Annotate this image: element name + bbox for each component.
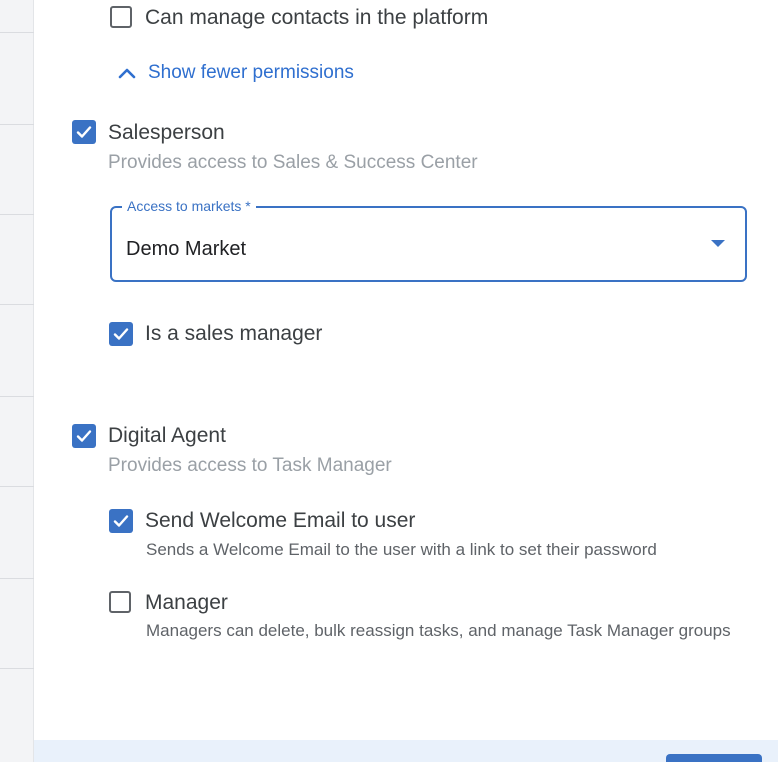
welcome-email-checkbox[interactable] <box>109 509 133 533</box>
sales-manager-label: Is a sales manager <box>145 322 323 345</box>
divider <box>0 124 34 125</box>
user-permissions-panel: Can manage contacts in the platform Show… <box>34 0 778 762</box>
check-icon <box>113 515 129 527</box>
chevron-up-icon <box>118 68 136 79</box>
divider <box>0 214 34 215</box>
salesperson-checkbox[interactable] <box>72 120 96 144</box>
divider <box>0 396 34 397</box>
check-icon <box>76 430 92 442</box>
salesperson-subtitle: Provides access to Sales & Success Cente… <box>108 152 478 173</box>
markets-field-label: Access to markets * <box>122 198 256 214</box>
digital-agent-subtitle: Provides access to Task Manager <box>108 455 392 476</box>
background-page-strip <box>0 0 34 762</box>
markets-select[interactable]: Access to markets * Demo Market <box>110 198 747 282</box>
divider <box>0 32 34 33</box>
divider <box>0 578 34 579</box>
manage-contacts-checkbox[interactable] <box>110 6 132 28</box>
primary-action-button[interactable] <box>666 754 762 762</box>
digital-agent-checkbox[interactable] <box>72 424 96 448</box>
manager-checkbox[interactable] <box>109 591 131 613</box>
sales-manager-checkbox[interactable] <box>109 322 133 346</box>
manager-description: Managers can delete, bulk reassign tasks… <box>146 621 731 640</box>
welcome-email-label: Send Welcome Email to user <box>145 509 416 532</box>
manager-label: Manager <box>145 591 228 614</box>
check-icon <box>76 126 92 138</box>
welcome-email-description: Sends a Welcome Email to the user with a… <box>146 540 657 559</box>
markets-field-value: Demo Market <box>126 238 247 260</box>
divider <box>0 304 34 305</box>
dropdown-caret-icon[interactable] <box>711 240 725 247</box>
digital-agent-label: Digital Agent <box>108 424 226 447</box>
divider <box>0 486 34 487</box>
show-fewer-permissions-link[interactable]: Show fewer permissions <box>118 62 354 84</box>
panel-footer <box>34 740 778 762</box>
manage-contacts-label: Can manage contacts in the platform <box>145 6 489 29</box>
show-fewer-label: Show fewer permissions <box>148 62 354 83</box>
divider <box>0 668 34 669</box>
check-icon <box>113 328 129 340</box>
salesperson-label: Salesperson <box>108 121 225 144</box>
